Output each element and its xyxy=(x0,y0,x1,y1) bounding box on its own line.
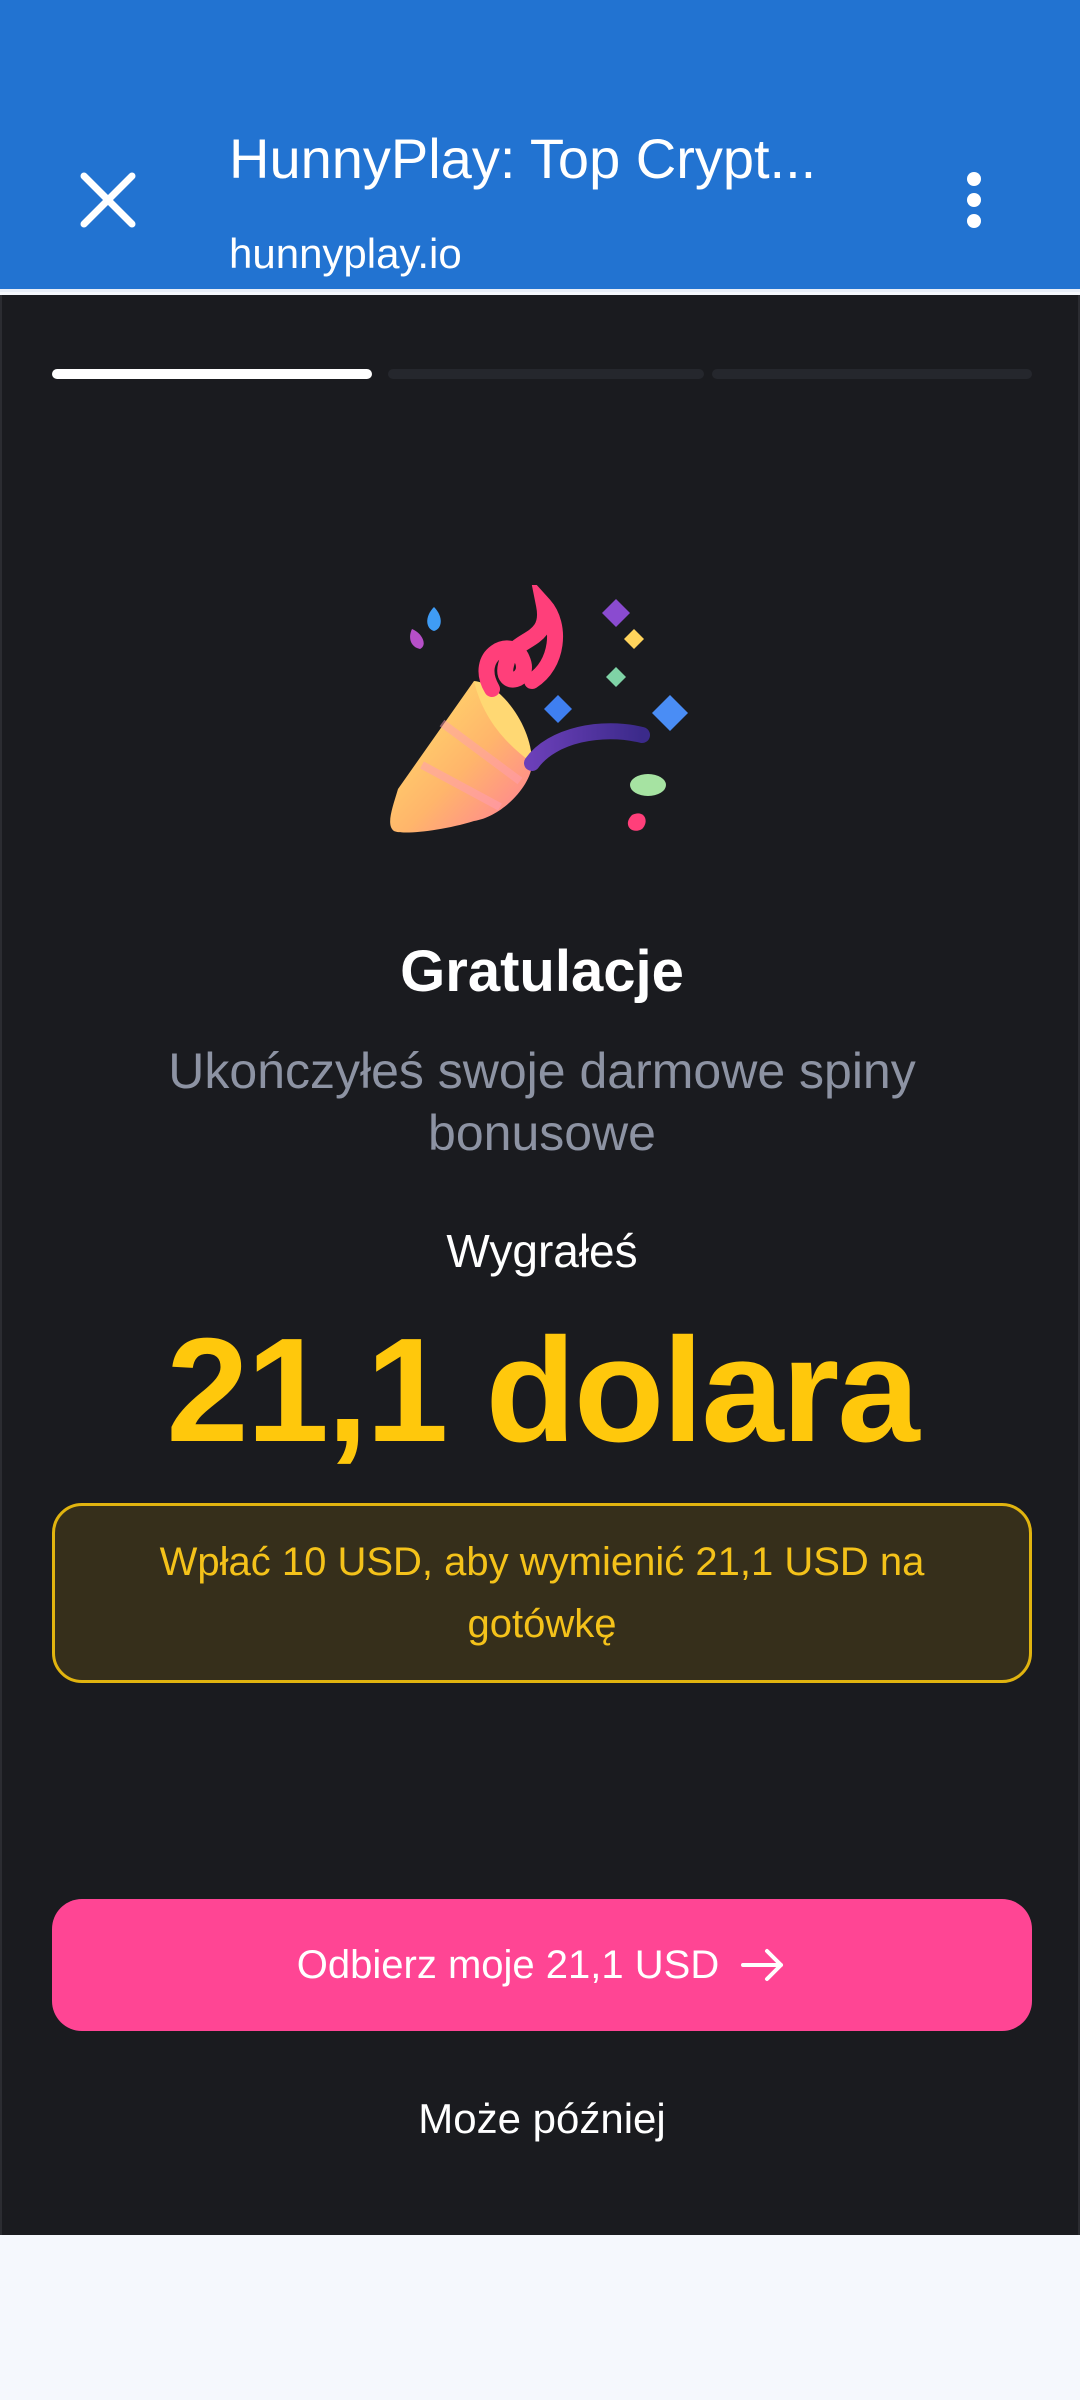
close-button[interactable] xyxy=(68,160,148,240)
progress-segment-1 xyxy=(52,369,372,379)
more-options-button[interactable] xyxy=(944,164,1004,236)
page-url: hunnyplay.io xyxy=(229,230,462,277)
claim-button-label: Odbierz moje 21,1 USD xyxy=(296,1943,720,1987)
more-vert-icon xyxy=(967,172,981,186)
completion-subtitle: Ukończyłeś swoje darmowe spiny bonusowe xyxy=(168,1043,916,1161)
progress-segment-2 xyxy=(388,369,704,379)
bonus-result-modal: Gratulacje Ukończyłeś swoje darmowe spin… xyxy=(0,295,1080,2235)
won-amount: 21,1 dolara xyxy=(166,1308,919,1473)
congrats-heading: Gratulacje xyxy=(400,939,684,1004)
maybe-later-link[interactable]: Może później xyxy=(342,2091,742,2147)
deposit-notice: Wpłać 10 USD, aby wymienić 21,1 USD na g… xyxy=(52,1503,1032,1683)
won-label: Wygrałeś xyxy=(446,1225,638,1277)
close-icon xyxy=(68,160,148,240)
party-popper-icon xyxy=(382,577,702,905)
progress-segment-3 xyxy=(712,369,1032,379)
page-title: HunnyPlay: Top Crypt... xyxy=(229,127,817,190)
deposit-notice-text: Wpłać 10 USD, aby wymienić 21,1 USD na g… xyxy=(159,1540,925,1646)
browser-toolbar: HunnyPlay: Top Crypt... hunnyplay.io xyxy=(0,0,1080,292)
claim-button[interactable]: Odbierz moje 21,1 USD xyxy=(52,1899,1032,2031)
arrow-right-icon xyxy=(739,1945,787,1985)
page-background xyxy=(0,2235,1080,2400)
